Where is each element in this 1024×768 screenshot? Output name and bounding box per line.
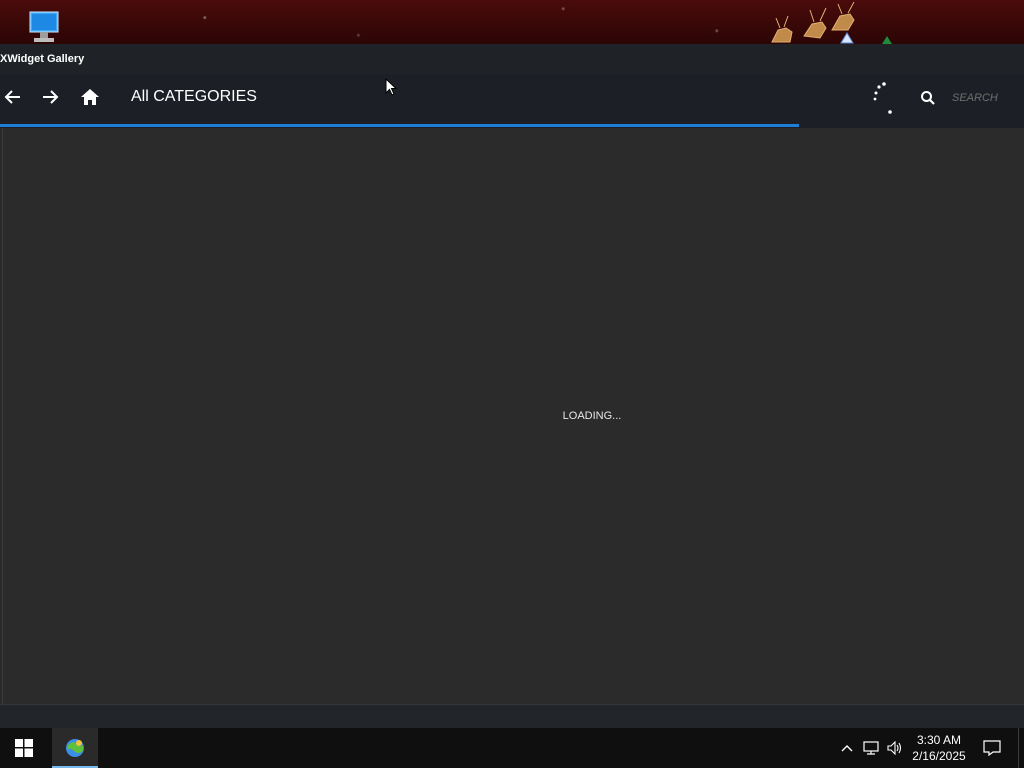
window-title: XWidget Gallery: [0, 53, 85, 65]
start-button[interactable]: [0, 728, 48, 768]
reindeer-decoration-icon: [771, 2, 855, 43]
arrow-left-icon: [4, 90, 20, 104]
desktop-shortcut-icon[interactable]: [840, 32, 854, 44]
status-bar: [0, 704, 1024, 729]
spinner-icon: [873, 82, 892, 114]
search-input[interactable]: [950, 88, 1022, 108]
taskbar-clock[interactable]: 3:30 AM 2/16/2025: [906, 732, 972, 764]
desktop-computer-icon[interactable]: [26, 10, 62, 44]
network-button[interactable]: [860, 728, 882, 768]
volume-icon: [887, 741, 902, 755]
search-icon[interactable]: [920, 90, 936, 106]
taskbar: 3:30 AM 2/16/2025: [0, 728, 1024, 768]
tray-overflow-button[interactable]: [838, 728, 856, 768]
loading-progress-fill: [0, 124, 799, 127]
loading-text: LOADING...: [562, 410, 622, 422]
back-button[interactable]: [0, 84, 26, 110]
mouse-cursor-icon: [385, 78, 397, 96]
volume-button[interactable]: [884, 728, 906, 768]
app-window: XWidget Gallery All CATEGORIES SEARCH LO…: [0, 44, 1024, 729]
tree-decoration-icon: [882, 36, 892, 44]
notification-icon: [983, 740, 1001, 756]
xwidget-icon: [66, 739, 84, 757]
show-desktop-button[interactable]: [1018, 728, 1024, 768]
forward-button[interactable]: [37, 84, 63, 110]
home-icon: [81, 89, 99, 105]
main-content: LOADING...: [2, 128, 1024, 704]
title-bar[interactable]: XWidget Gallery: [0, 44, 1024, 74]
arrow-right-icon: [43, 90, 59, 104]
desktop-wallpaper: [0, 0, 1024, 44]
action-center-button[interactable]: [978, 728, 1006, 768]
breadcrumb-all-categories[interactable]: All CATEGORIES: [131, 88, 257, 106]
clock-date: 2/16/2025: [912, 749, 966, 763]
windows-logo-icon: [15, 739, 33, 757]
network-icon: [863, 741, 879, 755]
taskbar-app-xwidget[interactable]: [52, 728, 98, 768]
clock-time: 3:30 AM: [916, 733, 962, 747]
home-button[interactable]: [77, 84, 103, 110]
chevron-up-icon: [841, 745, 853, 752]
